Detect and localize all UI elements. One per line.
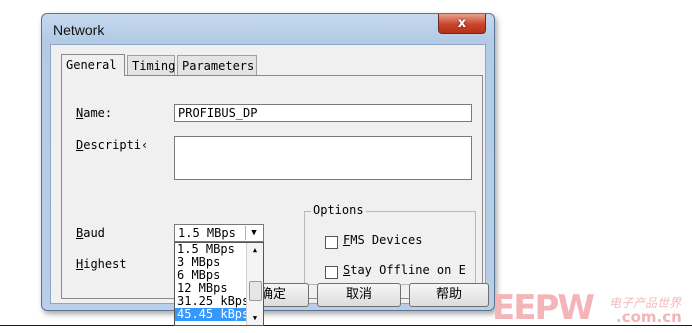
fms-label-rest: MS Devices [350, 233, 423, 247]
fms-devices-label: FMS Devices [343, 233, 422, 247]
baud-select-value: 1.5 MBps [178, 226, 236, 240]
fms-devices-checkbox[interactable] [325, 236, 338, 249]
general-pane: Name: PROFIBUS_DP Descripti‹ Baud 1.5 MB… [61, 75, 483, 326]
scroll-down-icon[interactable]: ▼ [247, 312, 263, 324]
watermark-logo: EEPW [492, 288, 595, 328]
description-field[interactable] [174, 136, 472, 180]
baud-label-rest: aud [83, 226, 105, 240]
offline-label-rest: tay Offline on E [350, 263, 466, 277]
scroll-up-icon[interactable]: ▲ [247, 244, 263, 256]
description-label: Descripti‹ [76, 138, 148, 152]
name-label: Name: [76, 106, 112, 120]
highest-label-rest: ighest [83, 257, 127, 271]
stay-offline-checkbox[interactable] [325, 266, 338, 279]
network-dialog: Network x General Timing Parameters Name… [41, 13, 495, 326]
scroll-thumb[interactable] [249, 281, 262, 301]
close-button[interactable]: x [438, 14, 486, 34]
dialog-client: General Timing Parameters Name: PROFIBUS… [50, 44, 489, 326]
window-title: Network [53, 22, 105, 38]
baud-dropdown-list[interactable]: 1.5 MBps 3 MBps 6 MBps 12 MBps 31.25 kBp… [174, 242, 264, 326]
close-icon: x [457, 16, 467, 31]
name-field[interactable]: PROFIBUS_DP [174, 104, 472, 122]
tab-timing[interactable]: Timing [127, 55, 175, 75]
options-group: Options FMS Devices Stay Offline on E [304, 203, 476, 285]
options-title: Options [311, 203, 366, 217]
stay-offline-label: Stay Offline on E [343, 263, 466, 277]
chevron-down-icon[interactable]: ▼ [245, 226, 262, 240]
baud-select[interactable]: 1.5 MBps ▼ [174, 224, 264, 242]
tab-general[interactable]: General [61, 54, 125, 76]
cancel-button[interactable]: 取消 [317, 283, 401, 307]
watermark-url: .com.cn [616, 308, 682, 326]
help-button[interactable]: 帮助 [409, 283, 489, 307]
baud-label: Baud [76, 226, 105, 240]
dropdown-scrollbar[interactable]: ▲ ▼ [246, 243, 263, 325]
eepw-watermark: EEPW 电子产品世界 .com.cn [492, 288, 692, 328]
name-label-rest: ame: [83, 106, 113, 120]
tab-parameters[interactable]: Parameters [177, 55, 257, 75]
highest-label: Highest [76, 257, 127, 271]
description-label-rest: escripti‹ [83, 138, 149, 152]
